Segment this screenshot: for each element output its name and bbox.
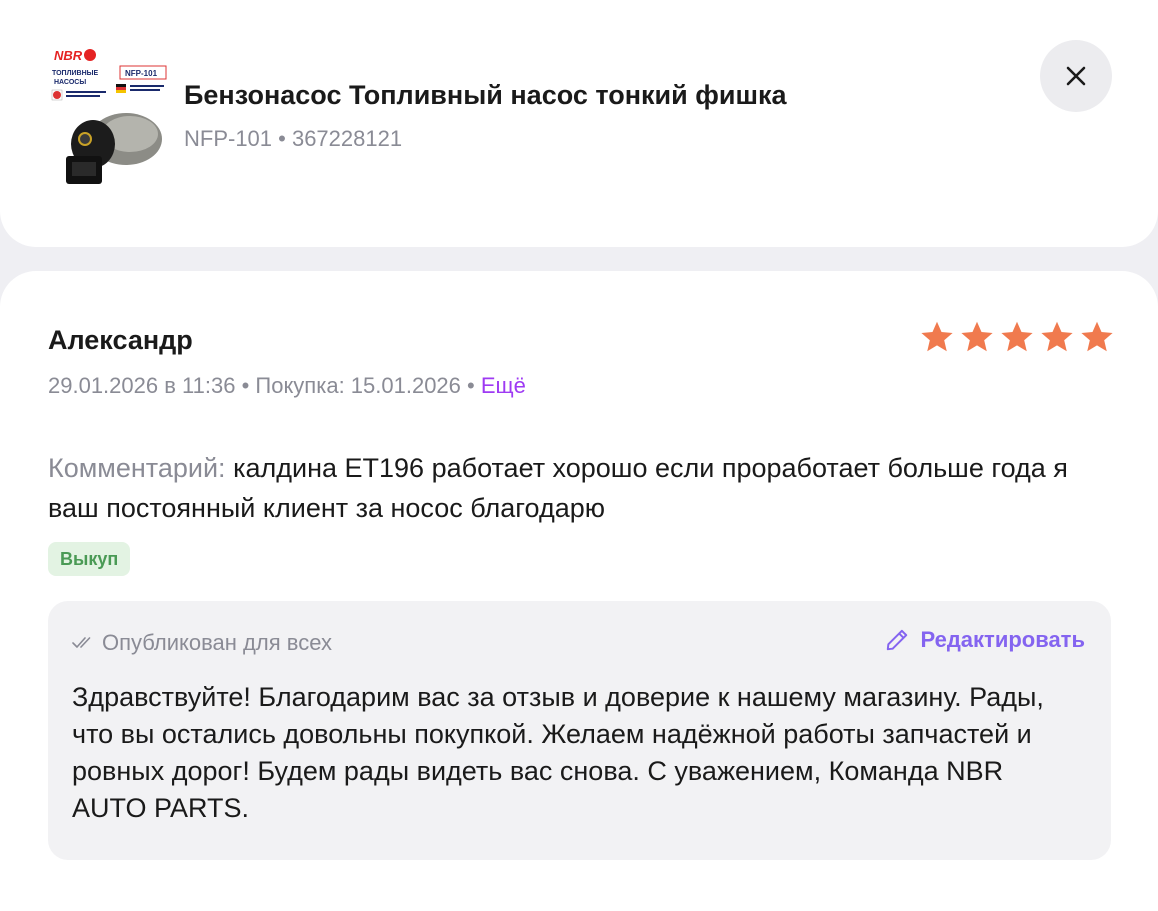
product-article: NFP-101 • 367228121 [184,126,403,151]
seller-reply: Опубликован для всех Редактировать Здрав… [48,601,1111,860]
buyout-badge: Выкуп [48,542,131,576]
product-title: Бензонасос Топливный насос тонкий фишка [184,80,787,110]
star-icon [1081,321,1113,352]
double-check-icon [72,637,91,648]
edit-label: Редактировать [920,627,1085,652]
purchase-date: Покупка: 15.01.2026 [255,373,461,398]
star-icon [921,321,953,352]
review-author: Александр [48,325,193,355]
brand-logo: NBR [54,48,83,63]
product-header-card: NBR ТОПЛИВНЫЕ НАСОСЫ NFP-101 Бензонасос … [0,0,1158,247]
product-image: NBR ТОПЛИВНЫЕ НАСОСЫ NFP-101 [48,44,170,194]
svg-text:NFP-101: NFP-101 [125,69,158,78]
svg-text:ТОПЛИВНЫЕ: ТОПЛИВНЫЕ [52,70,98,77]
star-icon [1041,321,1073,352]
close-icon [1066,66,1086,86]
review-comment: Комментарий: калдина ET196 работает хоро… [48,448,1108,528]
star-icon [1001,321,1033,352]
reply-status-label: Опубликован для всех [102,630,332,655]
more-link[interactable]: Ещё [481,373,526,398]
star-icon [961,321,993,352]
edit-reply-button[interactable]: Редактировать [884,627,1085,653]
reply-text: Здравствуйте! Благодарим вас за отзыв и … [72,682,1044,823]
svg-text:НАСОСЫ: НАСОСЫ [54,79,86,86]
reply-status: Опубликован для всех [72,630,332,656]
rating-stars [918,319,1116,355]
review-meta: 29.01.2026 в 11:36 • Покупка: 15.01.2026… [48,373,526,398]
review-date: 29.01.2026 в 11:36 [48,373,236,398]
pencil-icon [887,629,908,651]
close-button[interactable] [1040,40,1112,112]
comment-label: Комментарий: [48,453,226,483]
